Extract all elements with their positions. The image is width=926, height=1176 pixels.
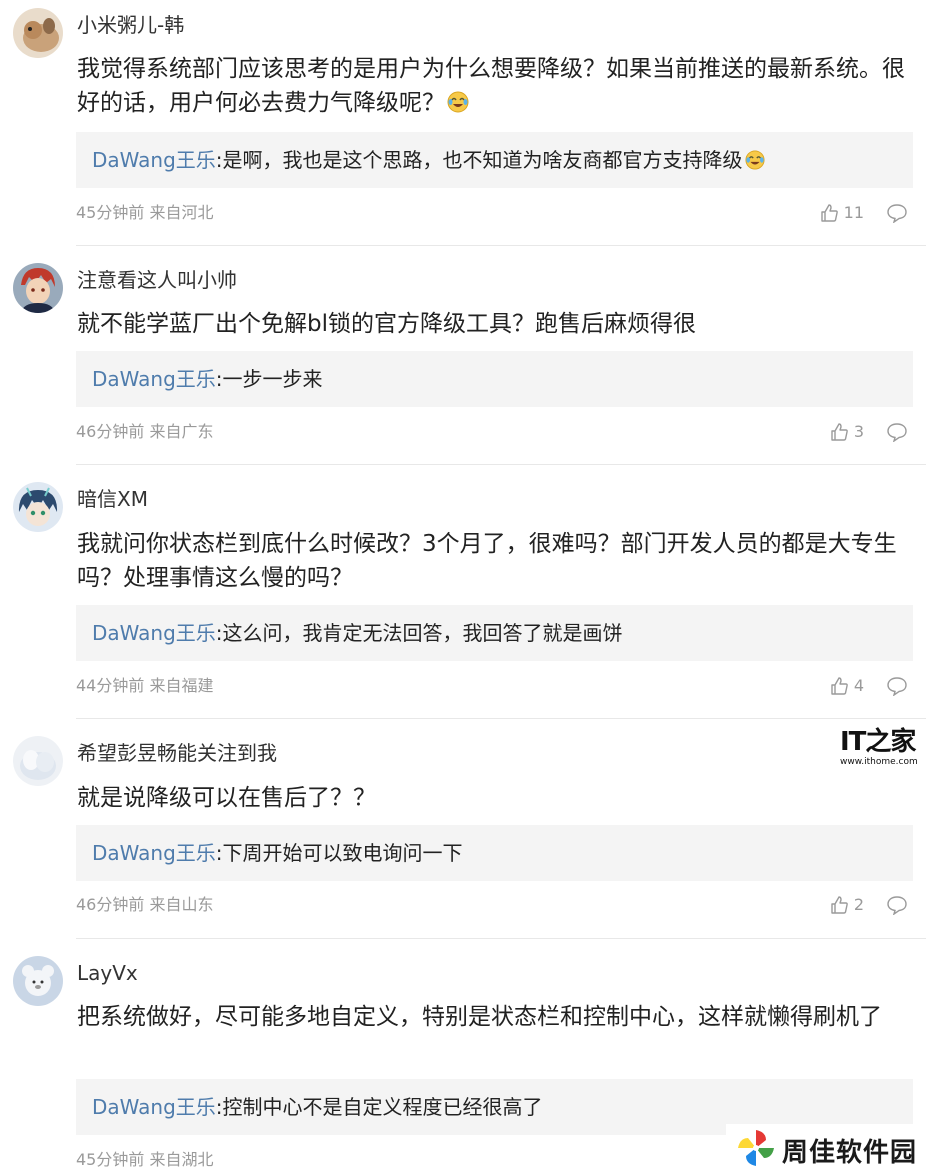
divider [76,938,926,939]
ithome-logo-text: IT之家 [840,727,916,757]
avatar[interactable] [13,8,63,58]
thumbs-up-icon [829,895,849,915]
speech-bubble-icon [887,677,907,696]
comment-text: 把系统做好，尽可能多地自定义，特别是状态栏和控制中心，这样就懒得刷机了 [77,1004,882,1030]
reply-author[interactable]: DaWang王乐 [92,621,216,645]
avatar[interactable] [13,736,63,786]
like-button[interactable]: 3 [829,422,864,442]
reply-box: DaWang王乐:是啊，我也是这个思路，也不知道为啥友商都官方支持降级 [76,132,913,188]
comment-meta: 45分钟前 来自湖北 [76,1150,214,1169]
like-count: 4 [853,676,864,695]
watermark-text: 周佳软件园 [782,1137,918,1168]
reply-author[interactable]: DaWang王乐 [92,1095,216,1119]
thumbs-up-icon [829,676,849,696]
watermark: 周佳软件园 [726,1124,926,1176]
reply-button[interactable] [886,676,908,696]
comment-text: 我觉得系统部门应该思考的是用户为什么想要降级？如果当前推送的最新系统。很好的话，… [77,56,905,116]
reply-text: :这么问，我肯定无法回答，我回答了就是画饼 [215,621,623,645]
reply-text: :是啊，我也是这个思路，也不知道为啥友商都官方支持降级 [215,148,743,172]
laugh-cry-emoji-icon [744,135,767,170]
comment-text: 就不能学蓝厂出个免解bl锁的官方降级工具？跑售后麻烦得很 [77,311,696,337]
divider [76,718,926,719]
reply-box: DaWang王乐:这么问，我肯定无法回答，我回答了就是画饼 [76,605,913,661]
comment-meta: 45分钟前 来自河北 [76,203,214,222]
reply-text: :下周开始可以致电询问一下 [215,841,463,865]
comment-text: 就是说降级可以在售后了？？ [77,785,376,811]
like-count: 11 [843,203,864,222]
reply-author[interactable]: DaWang王乐 [92,841,216,865]
reply-author[interactable]: DaWang王乐 [92,367,216,391]
reply-button[interactable] [886,203,908,223]
reply-text: :控制中心不是自定义程度已经很高了 [215,1095,543,1119]
laugh-cry-emoji-icon [447,89,469,113]
ithome-url: www.ithome.com [840,757,918,767]
divider [76,464,926,465]
reply-box: DaWang王乐:下周开始可以致电询问一下 [76,825,913,881]
speech-bubble-icon [887,896,907,915]
comment-text: 我就问你状态栏到底什么时候改？3个月了，很难吗？部门开发人员的都是大专生吗？处理… [77,531,897,591]
avatar[interactable] [13,956,63,1006]
comment-meta: 46分钟前 来自广东 [76,422,214,441]
reply-button[interactable] [886,422,908,442]
like-button[interactable]: 11 [819,203,864,223]
username[interactable]: 希望彭昱畅能关注到我 [77,740,277,766]
reply-author[interactable]: DaWang王乐 [92,148,216,172]
comment-meta: 46分钟前 来自山东 [76,895,214,914]
thumbs-up-icon [819,203,839,223]
reply-box: DaWang王乐:一步一步来 [76,351,913,407]
divider [76,245,926,246]
thumbs-up-icon [829,422,849,442]
reply-text: :一步一步来 [215,367,323,391]
like-count: 3 [853,422,864,441]
username[interactable]: LayVx [77,960,138,986]
username[interactable]: 注意看这人叫小帅 [77,267,237,293]
username[interactable]: 暗信XM [77,486,148,512]
username[interactable]: 小米粥儿-韩 [77,12,184,38]
ithome-logo: IT之家 www.ithome.com [840,728,918,774]
reply-button[interactable] [886,895,908,915]
like-button[interactable]: 4 [829,676,864,696]
speech-bubble-icon [887,423,907,442]
like-count: 2 [853,895,864,914]
speech-bubble-icon [887,204,907,223]
avatar[interactable] [13,263,63,313]
comment-meta: 44分钟前 来自福建 [76,676,214,695]
like-button[interactable]: 2 [829,895,864,915]
pinwheel-logo-icon [736,1128,776,1172]
avatar[interactable] [13,482,63,532]
